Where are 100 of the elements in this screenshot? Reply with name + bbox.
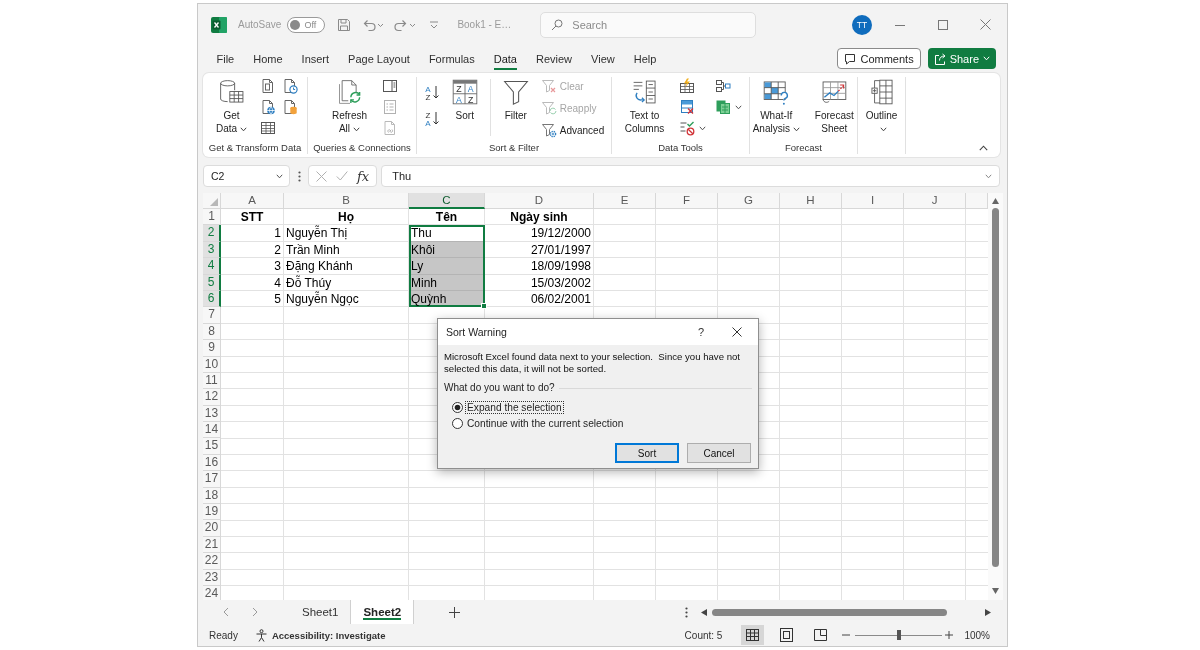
autosave-toggle[interactable]: Off (287, 16, 326, 33)
table-icon[interactable] (259, 120, 276, 136)
spreadsheet-cell[interactable]: 18/09/1998 (485, 258, 594, 275)
data-model-icon[interactable] (714, 99, 731, 115)
help-button[interactable]: ? (697, 326, 704, 338)
spreadsheet-cell[interactable]: 27/01/1997 (485, 241, 594, 259)
accessibility-status[interactable]: Accessibility: Investigate (271, 629, 386, 641)
dialog-button[interactable]: Cancel (687, 443, 751, 463)
database-document-icon[interactable] (281, 99, 298, 115)
spreadsheet-cell[interactable]: Tên (409, 209, 485, 226)
ribbon-tab[interactable]: Help (624, 46, 666, 71)
chevron-right-icon[interactable] (252, 607, 258, 617)
spreadsheet-cell[interactable]: Thu (409, 225, 485, 242)
spreadsheet-cell[interactable]: Đỗ Thúy (284, 274, 409, 291)
ribbon-tab[interactable]: Formulas (419, 46, 485, 71)
grid-view-icon[interactable] (741, 625, 765, 645)
spreadsheet-cell[interactable]: STT (221, 209, 284, 226)
row-header[interactable]: 1 (203, 209, 221, 226)
text-document-icon[interactable] (259, 78, 276, 94)
consolidate-icon[interactable] (714, 78, 731, 94)
ribbon-tab[interactable]: Home (243, 46, 293, 71)
row-header[interactable]: 12 (203, 389, 221, 406)
column-header[interactable]: A (221, 193, 284, 209)
row-header[interactable]: 20 (203, 520, 221, 537)
fill-handle[interactable] (481, 303, 487, 310)
row-header[interactable]: 7 (203, 307, 221, 324)
close-icon[interactable] (732, 327, 742, 337)
spreadsheet-cell[interactable]: 15/03/2002 (485, 274, 594, 291)
ribbon-button[interactable]: Get Data (212, 77, 251, 135)
ribbon-tab[interactable]: Review (526, 46, 582, 71)
chevron-up-icon[interactable] (979, 145, 988, 151)
ribbon-tab[interactable]: File (207, 46, 244, 71)
vertical-scrollbar[interactable] (988, 193, 1003, 600)
ribbon-button[interactable]: Filter (499, 77, 532, 122)
ribbon-button[interactable]: Forecast Sheet (811, 77, 857, 135)
spreadsheet-cell[interactable]: 5 (221, 290, 284, 308)
lightning-table-icon[interactable] (678, 78, 695, 94)
row-header[interactable]: 17 (203, 471, 221, 488)
dialog-button[interactable]: Sort (615, 443, 679, 463)
share-button[interactable]: Share (927, 48, 996, 69)
column-header[interactable]: C (409, 193, 485, 209)
spreadsheet-cell[interactable]: 3 (221, 258, 284, 275)
save-icon[interactable] (336, 16, 353, 33)
row-header[interactable]: 2 (203, 225, 221, 242)
column-header[interactable]: I (842, 193, 904, 209)
sheet-tab[interactable]: Sheet2 (350, 600, 415, 624)
insert-function-button[interactable]: fx (357, 168, 370, 184)
name-box[interactable]: C2 (203, 165, 290, 187)
chevron-left-icon[interactable] (223, 607, 229, 617)
scroll-right-arrow-icon[interactable] (985, 608, 991, 616)
app-logo-icon[interactable] (211, 16, 227, 33)
column-header[interactable]: F (656, 193, 718, 209)
column-header[interactable]: B (284, 193, 409, 209)
formula-field[interactable]: Thu (381, 165, 1000, 187)
scrollbar-thumb[interactable] (992, 208, 999, 567)
spreadsheet-cell[interactable]: Trần Minh (284, 241, 409, 259)
column-header[interactable]: H (780, 193, 842, 209)
row-header[interactable]: 22 (203, 553, 221, 570)
vertical-dots-icon[interactable] (298, 170, 301, 182)
ribbon-button[interactable]: Advanced (540, 121, 605, 139)
search-field[interactable]: Search (540, 11, 757, 38)
clock-document-icon[interactable] (281, 78, 298, 94)
ribbon-tab[interactable]: View (581, 46, 625, 71)
ribbon-button[interactable]: What-If Analysis (750, 77, 803, 135)
scrollbar-thumb[interactable] (712, 608, 947, 616)
scroll-down-arrow-icon[interactable] (992, 588, 999, 594)
check-icon[interactable] (336, 171, 348, 181)
spreadsheet-cell[interactable]: 1 (221, 225, 284, 242)
sheet-tab[interactable]: Sheet1 (290, 600, 351, 624)
ribbon-button[interactable]: Outline (859, 77, 904, 135)
comments-button[interactable]: Comments (837, 48, 921, 69)
spreadsheet-cell[interactable]: 19/12/2000 (485, 225, 594, 242)
spreadsheet-cell[interactable]: Nguyễn Thị (284, 225, 409, 242)
spreadsheet-cell[interactable]: Ngày sinh (485, 209, 594, 226)
spreadsheet-cell[interactable]: Nguyễn Ngọc (284, 290, 409, 308)
row-header[interactable]: 14 (203, 422, 221, 439)
option-label[interactable]: Continue with the current selection (466, 417, 625, 429)
table-remove-icon[interactable] (678, 99, 695, 115)
vertical-dots-icon[interactable] (685, 606, 688, 618)
ribbon-tab[interactable]: Page Layout (338, 46, 420, 71)
spreadsheet-cell[interactable]: 06/02/2001 (485, 290, 594, 308)
spreadsheet-cell[interactable]: Họ (284, 209, 409, 226)
row-header[interactable]: 15 (203, 438, 221, 455)
column-header[interactable]: D (485, 193, 594, 209)
slider-thumb[interactable] (896, 630, 901, 640)
spreadsheet-cell[interactable]: 2 (221, 241, 284, 259)
globe-document-icon[interactable] (259, 99, 276, 115)
scroll-left-arrow-icon[interactable] (701, 608, 707, 616)
column-header[interactable]: E (594, 193, 656, 209)
spreadsheet-cell[interactable]: Ly (409, 258, 485, 275)
ribbon-button[interactable]: Refresh All (326, 77, 373, 135)
spreadsheet-cell[interactable]: 4 (221, 274, 284, 291)
row-header[interactable]: 4 (203, 258, 221, 275)
spreadsheet-cell[interactable]: Đặng Khánh (284, 258, 409, 275)
radio-button[interactable] (452, 417, 463, 429)
scroll-up-arrow-icon[interactable] (992, 198, 999, 204)
user-avatar[interactable]: TT (852, 14, 872, 35)
validation-list-icon[interactable] (678, 120, 695, 136)
column-header[interactable]: G (718, 193, 780, 209)
ribbon-button[interactable]: Z A A Z Sort (448, 77, 481, 122)
